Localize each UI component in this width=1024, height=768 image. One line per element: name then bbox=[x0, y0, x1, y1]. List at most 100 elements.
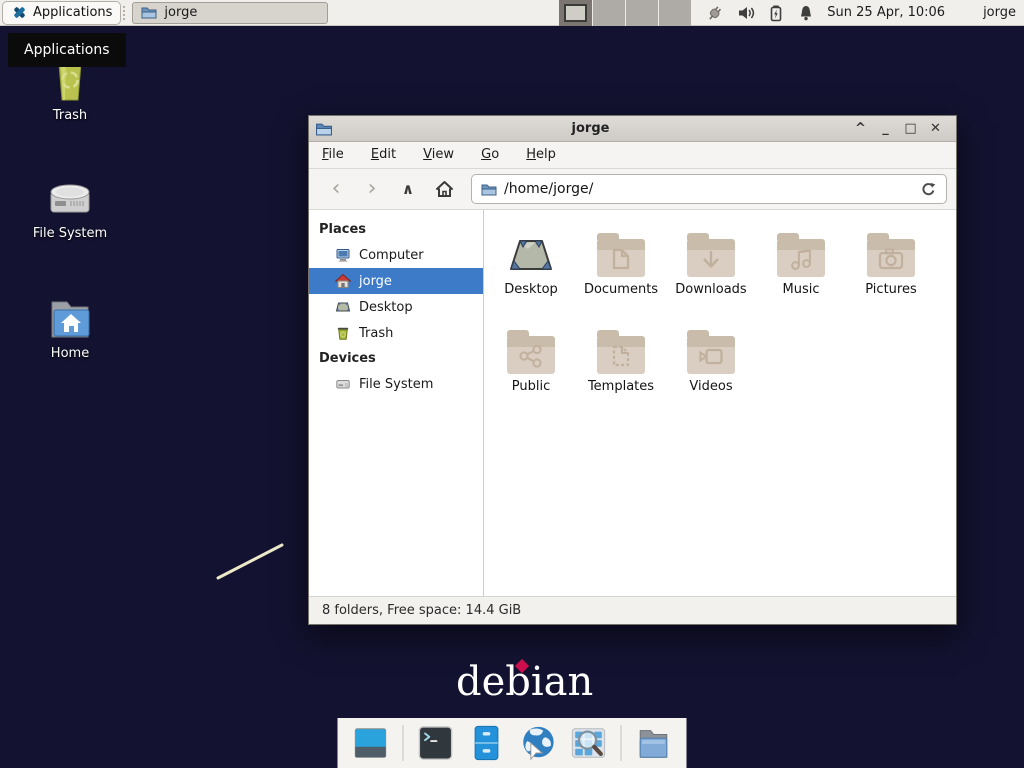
sidebar-devices-header: Devices bbox=[309, 346, 483, 371]
workspace-cell-3[interactable] bbox=[625, 0, 658, 26]
web-browser-launcher[interactable] bbox=[519, 724, 557, 762]
folder-icon bbox=[141, 5, 157, 20]
folder-documents-icon bbox=[597, 239, 645, 277]
panel-handle[interactable] bbox=[123, 6, 130, 20]
address-path[interactable]: /home/jorge/ bbox=[504, 181, 913, 197]
folder-pictures-icon bbox=[867, 239, 915, 277]
home-icon bbox=[434, 179, 455, 199]
reload-icon[interactable] bbox=[920, 181, 937, 198]
sidebar-places-header: Places bbox=[309, 217, 483, 242]
home-button[interactable] bbox=[426, 174, 462, 204]
folder-music-icon bbox=[777, 239, 825, 277]
address-bar[interactable]: /home/jorge/ bbox=[471, 174, 947, 204]
cursor-trail-line bbox=[212, 538, 290, 584]
taskbar-window-button[interactable]: jorge bbox=[132, 2, 328, 24]
desktop-icon-home[interactable]: Home bbox=[18, 288, 122, 361]
toolbar: ‹ › ∧ /home/jorge/ bbox=[309, 169, 956, 210]
file-item-pictures[interactable]: Pictures bbox=[846, 225, 936, 322]
panel-user-label[interactable]: jorge bbox=[983, 5, 1016, 20]
folder-launcher[interactable] bbox=[635, 724, 673, 762]
sidebar-item-desktop[interactable]: Desktop bbox=[309, 294, 483, 320]
shade-button[interactable]: ^ bbox=[848, 121, 873, 136]
file-item-label: Pictures bbox=[865, 282, 916, 297]
file-item-label: Videos bbox=[689, 379, 732, 394]
maximize-button[interactable]: □ bbox=[898, 121, 923, 136]
file-list: Desktop Documents bbox=[484, 210, 956, 596]
file-manager-launcher[interactable] bbox=[468, 724, 506, 762]
file-item-documents[interactable]: Documents bbox=[576, 225, 666, 322]
workspace-cell-4[interactable] bbox=[658, 0, 691, 26]
folder-downloads-icon bbox=[687, 239, 735, 277]
taskbar-window-label: jorge bbox=[164, 5, 197, 20]
window-folder-icon bbox=[315, 121, 333, 137]
workspace-cell-2[interactable] bbox=[592, 0, 625, 26]
up-button[interactable]: ∧ bbox=[390, 174, 426, 204]
sidebar-item-computer[interactable]: Computer bbox=[309, 242, 483, 268]
dock-panel bbox=[338, 718, 687, 768]
show-desktop-icon bbox=[352, 724, 390, 762]
sidebar-item-trash[interactable]: Trash bbox=[309, 320, 483, 346]
applications-tooltip: Applications bbox=[8, 33, 126, 67]
panel-clock[interactable]: Sun 25 Apr, 10:06 bbox=[827, 5, 945, 20]
file-item-desktop[interactable]: Desktop bbox=[486, 225, 576, 322]
audio-volume-icon[interactable] bbox=[737, 4, 755, 22]
file-cabinet-icon bbox=[468, 724, 506, 762]
file-item-templates[interactable]: Templates bbox=[576, 322, 666, 419]
file-item-music[interactable]: Music bbox=[756, 225, 846, 322]
sidebar-item-file-system[interactable]: File System bbox=[309, 371, 483, 397]
desktop-icon-label: File System bbox=[18, 226, 122, 241]
desktop-icon-label: Home bbox=[18, 346, 122, 361]
terminal-icon bbox=[417, 724, 455, 762]
folder-videos-icon bbox=[687, 336, 735, 374]
sidebar-item-label: Desktop bbox=[359, 300, 413, 315]
file-item-downloads[interactable]: Downloads bbox=[666, 225, 756, 322]
file-item-videos[interactable]: Videos bbox=[666, 322, 756, 419]
menu-go[interactable]: Go bbox=[470, 142, 510, 168]
sidebar-item-label: Computer bbox=[359, 248, 424, 263]
application-finder-launcher[interactable] bbox=[570, 724, 608, 762]
window-title: jorge bbox=[333, 121, 848, 136]
file-item-label: Downloads bbox=[675, 282, 746, 297]
menubar: File Edit View Go Help bbox=[309, 142, 956, 169]
file-item-label: Music bbox=[783, 282, 820, 297]
minimize-button[interactable]: _ bbox=[873, 121, 898, 136]
dock-separator bbox=[621, 725, 622, 761]
sidebar-item-label: Trash bbox=[359, 326, 393, 341]
notification-bell-icon[interactable] bbox=[797, 4, 815, 22]
menu-file[interactable]: File bbox=[311, 142, 355, 168]
menu-edit[interactable]: Edit bbox=[360, 142, 407, 168]
window-titlebar[interactable]: jorge ^ _ □ ✕ bbox=[309, 116, 956, 142]
folder-icon bbox=[481, 182, 497, 197]
folder-public-icon bbox=[507, 336, 555, 374]
applications-menu-button[interactable]: Applications bbox=[2, 1, 121, 25]
file-item-public[interactable]: Public bbox=[486, 322, 576, 419]
sidebar: Places Computer jorge bbox=[309, 210, 484, 596]
statusbar-text: 8 folders, Free space: 14.4 GiB bbox=[322, 603, 521, 618]
hard-drive-icon bbox=[335, 376, 351, 392]
statusbar: 8 folders, Free space: 14.4 GiB bbox=[309, 596, 956, 624]
desktop-icon-file-system[interactable]: File System bbox=[18, 168, 122, 241]
close-button[interactable]: ✕ bbox=[923, 121, 948, 136]
terminal-launcher[interactable] bbox=[417, 724, 455, 762]
menu-help[interactable]: Help bbox=[515, 142, 567, 168]
system-tray bbox=[705, 4, 815, 22]
window-body: Places Computer jorge bbox=[309, 210, 956, 596]
workspace-pager[interactable] bbox=[559, 0, 691, 26]
desktop-special-icon bbox=[503, 225, 559, 277]
battery-charging-icon[interactable] bbox=[767, 4, 785, 22]
debian-wordmark: debian bbox=[456, 660, 593, 704]
back-button[interactable]: ‹ bbox=[318, 174, 354, 204]
power-plug-icon[interactable] bbox=[705, 4, 725, 22]
user-home-icon bbox=[335, 273, 351, 289]
workspace-cell-1[interactable] bbox=[559, 0, 592, 26]
computer-icon bbox=[335, 247, 351, 263]
forward-button[interactable]: › bbox=[354, 174, 390, 204]
hard-drive-icon bbox=[18, 168, 122, 222]
workspace-window-miniature bbox=[564, 4, 587, 22]
trash-icon bbox=[335, 325, 351, 341]
menu-view[interactable]: View bbox=[412, 142, 465, 168]
sidebar-item-jorge[interactable]: jorge bbox=[309, 268, 483, 294]
show-desktop-button[interactable] bbox=[352, 724, 390, 762]
file-manager-window: jorge ^ _ □ ✕ File Edit View Go Help ‹ ›… bbox=[308, 115, 957, 625]
file-item-label: Desktop bbox=[504, 282, 558, 297]
